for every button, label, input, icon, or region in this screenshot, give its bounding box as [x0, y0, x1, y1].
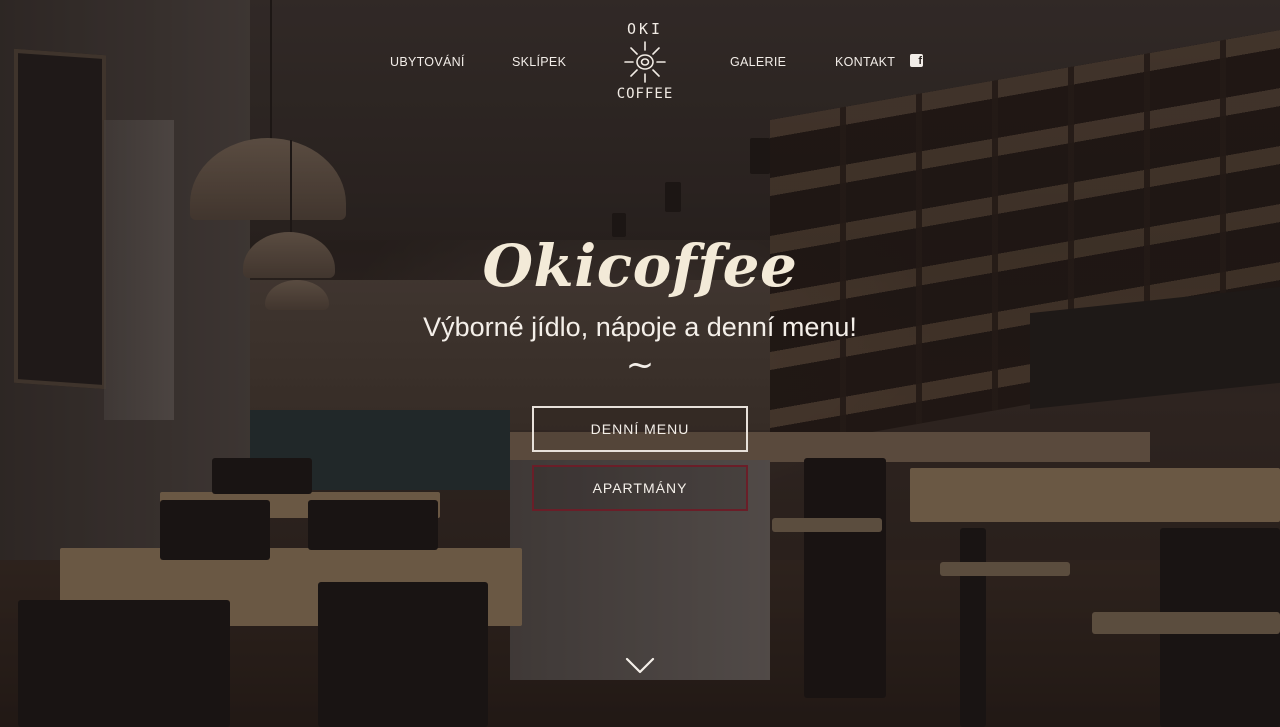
main-nav: UBYTOVÁNÍ SKLÍPEK OKI COFFEE GALERIE KON… — [0, 0, 1280, 110]
facebook-icon[interactable]: f — [910, 54, 923, 67]
okicoffee-logo[interactable]: OKI COFFEE — [612, 16, 678, 108]
hero-subtitle: Výborné jídlo, nápoje a denní menu! — [423, 312, 857, 342]
nav-link-kontakt[interactable]: KONTAKT — [835, 55, 895, 69]
nav-link-galerie[interactable]: GALERIE — [730, 55, 786, 69]
logo-top-text: OKI — [626, 20, 664, 38]
nav-link-sklipek[interactable]: SKLÍPEK — [512, 55, 566, 69]
nav-link-ubytovani[interactable]: UBYTOVÁNÍ — [390, 55, 465, 69]
apartmany-button[interactable]: APARTMÁNY — [532, 465, 748, 511]
hero-title: Okicoffee — [482, 232, 798, 300]
denni-menu-button[interactable]: DENNÍ MENU — [532, 406, 748, 452]
chevron-down-icon[interactable] — [624, 654, 656, 676]
sun-icon — [624, 41, 666, 83]
decorative-divider: ~ — [625, 345, 655, 385]
logo-bottom-text: COFFEE — [616, 86, 674, 102]
